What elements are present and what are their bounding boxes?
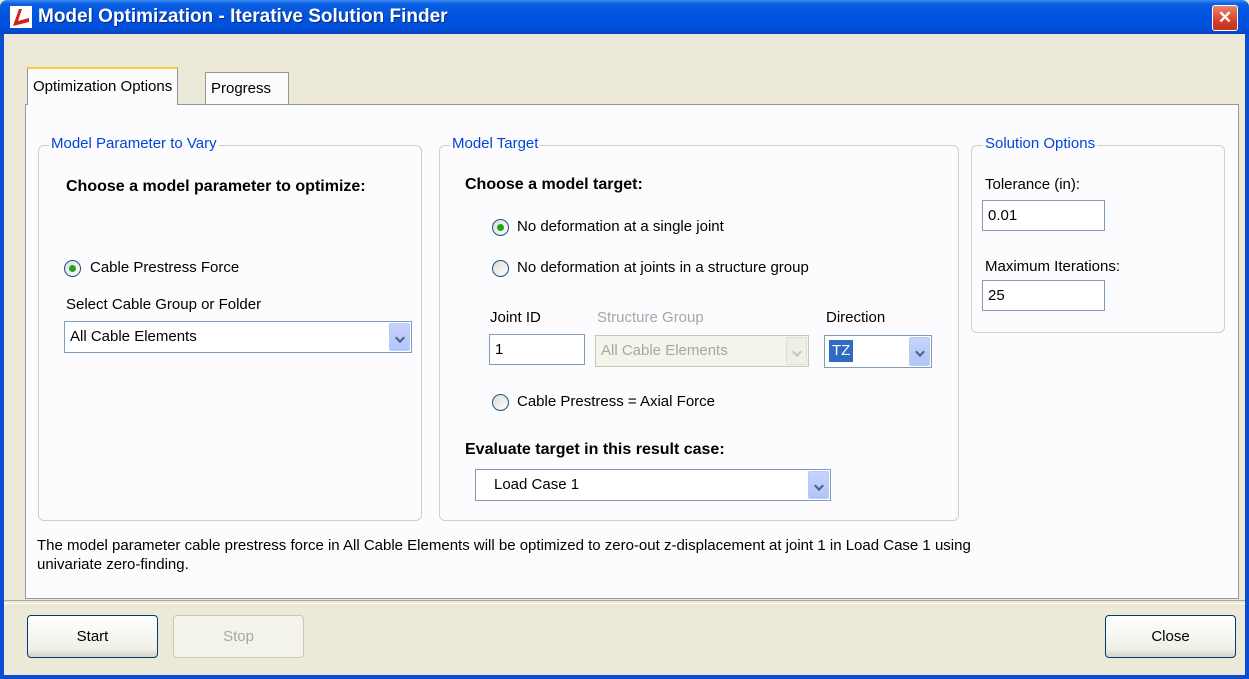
structure-group-select-value: All Cable Elements xyxy=(601,342,728,359)
app-logo-icon xyxy=(10,6,32,28)
structure-group-label: Structure Group xyxy=(597,309,704,326)
chevron-down-icon[interactable] xyxy=(909,337,930,366)
stop-button[interactable]: Stop xyxy=(173,615,304,658)
target-heading: Choose a model target: xyxy=(465,176,643,193)
single-joint-label: No deformation at a single joint xyxy=(517,218,724,235)
model-target-group-title: Model Target xyxy=(450,135,541,152)
window-title: Model Optimization - Iterative Solution … xyxy=(38,6,448,27)
direction-select[interactable]: TZ xyxy=(824,335,932,368)
structure-group-radio-label: No deformation at joints in a structure … xyxy=(517,259,809,276)
joint-id-label: Joint ID xyxy=(490,309,541,326)
axial-force-label: Cable Prestress = Axial Force xyxy=(517,393,715,410)
result-case-select[interactable]: Load Case 1 xyxy=(475,469,831,501)
solution-options-group-title: Solution Options xyxy=(983,135,1098,152)
window-close-icon[interactable]: ✕ xyxy=(1212,5,1238,31)
tolerance-label: Tolerance (in): xyxy=(985,176,1081,193)
cable-group-select-value: All Cable Elements xyxy=(70,328,197,345)
chevron-down-icon[interactable] xyxy=(389,323,410,351)
start-button[interactable]: Start xyxy=(27,615,158,658)
chevron-down-icon[interactable] xyxy=(808,471,829,499)
cable-group-select-label: Select Cable Group or Folder xyxy=(66,296,262,313)
single-joint-radio[interactable] xyxy=(492,219,509,236)
max-iterations-label: Maximum Iterations: xyxy=(985,258,1121,275)
structure-group-select[interactable]: All Cable Elements xyxy=(595,335,809,367)
result-case-heading: Evaluate target in this result case: xyxy=(465,441,725,458)
model-target-group xyxy=(439,145,959,521)
close-button[interactable]: Close xyxy=(1105,615,1236,658)
joint-id-input[interactable]: 1 xyxy=(489,334,585,365)
tolerance-input[interactable]: 0.01 xyxy=(982,200,1105,231)
max-iterations-input[interactable]: 25 xyxy=(982,280,1105,311)
result-case-select-value: Load Case 1 xyxy=(494,476,580,493)
direction-select-value: TZ xyxy=(829,340,854,362)
model-parameter-group-title: Model Parameter to Vary xyxy=(49,135,219,152)
cable-prestress-radio[interactable] xyxy=(64,260,81,277)
tab-progress[interactable]: Progress xyxy=(205,72,289,104)
cable-prestress-label: Cable Prestress Force xyxy=(90,259,240,276)
cable-group-select[interactable]: All Cable Elements xyxy=(64,321,412,353)
footer-divider xyxy=(4,600,1245,604)
summary-text: The model parameter cable prestress forc… xyxy=(37,537,971,573)
parameter-heading: Choose a model parameter to optimize: xyxy=(66,178,366,195)
direction-label: Direction xyxy=(826,309,886,326)
chevron-down-icon[interactable] xyxy=(786,337,807,365)
axial-force-radio[interactable] xyxy=(492,394,509,411)
structure-group-radio[interactable] xyxy=(492,260,509,277)
tab-optimization-options[interactable]: Optimization Options xyxy=(27,67,179,105)
